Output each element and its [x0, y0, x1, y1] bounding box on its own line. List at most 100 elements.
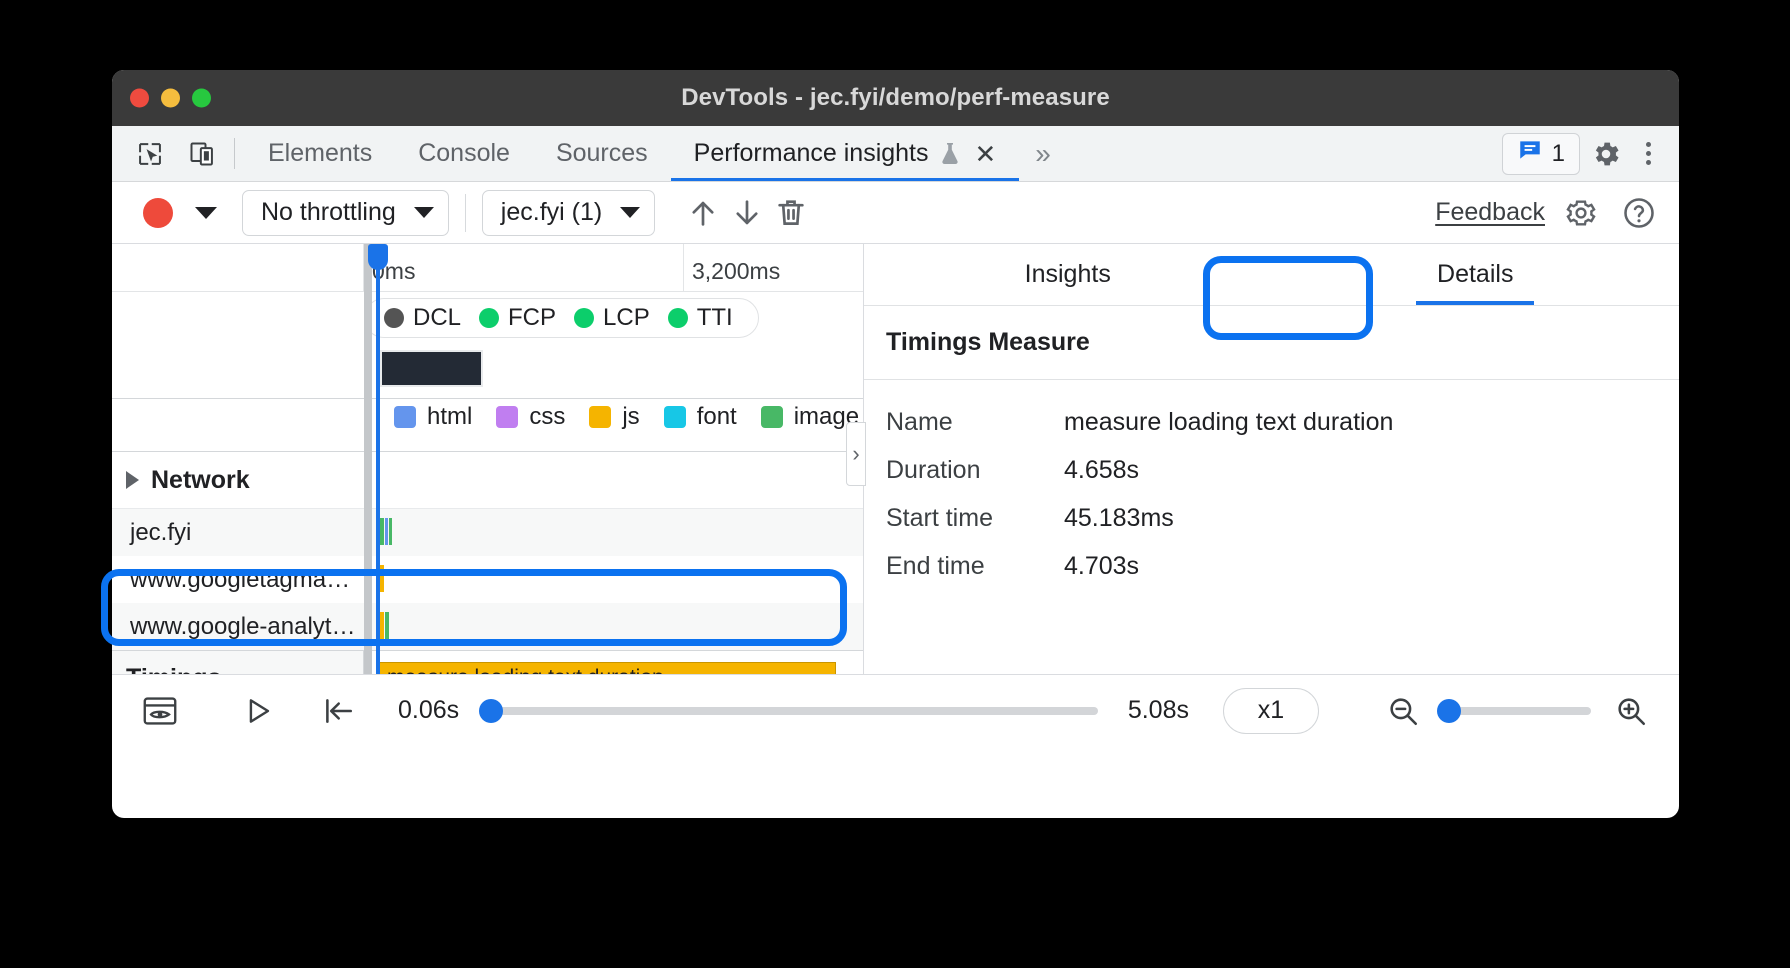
marker-tti[interactable]: TTI: [659, 304, 742, 332]
tab-elements[interactable]: Elements: [245, 126, 395, 181]
gear-icon[interactable]: [1586, 134, 1626, 174]
issues-badge[interactable]: 1: [1502, 133, 1580, 175]
zoom-out-icon[interactable]: [1377, 685, 1429, 737]
timings-track[interactable]: measure loading text duration: [364, 651, 863, 674]
trash-icon[interactable]: [769, 191, 813, 235]
timings-group-label: Timings: [112, 651, 364, 674]
maximize-window-button[interactable]: [192, 89, 211, 108]
download-button[interactable]: [725, 191, 769, 235]
more-options-icon[interactable]: [1632, 142, 1665, 165]
zoom-slider[interactable]: [1443, 707, 1591, 715]
request-bar: [385, 612, 389, 639]
marker-lcp[interactable]: LCP: [565, 304, 659, 332]
table-row[interactable]: www.google-analyt…: [112, 603, 863, 650]
network-group-row[interactable]: Network: [112, 451, 863, 509]
filmstrip-row[interactable]: [112, 344, 863, 398]
list-item: Start time 45.183ms: [886, 494, 1679, 542]
tab-details[interactable]: Details: [1272, 244, 1680, 305]
devtools-tabstrip: Elements Console Sources Performance ins…: [112, 126, 1679, 182]
capture-settings-gear-icon[interactable]: [1559, 191, 1603, 235]
tab-insights[interactable]: Insights: [864, 244, 1272, 305]
tab-performance-insights-label: Performance insights: [694, 139, 929, 168]
legend-html[interactable]: html: [384, 403, 486, 431]
table-row[interactable]: www.googletagma…: [112, 556, 863, 603]
chevron-down-icon: [195, 207, 217, 219]
tabstrip-tabs: Elements Console Sources Performance ins…: [245, 126, 1019, 181]
record-options-dropdown[interactable]: [182, 189, 230, 237]
issues-icon: [1517, 137, 1543, 170]
collapse-sidebar-button[interactable]: ›: [846, 422, 866, 486]
field-key-end-time: End time: [886, 552, 1064, 581]
zoom-in-icon[interactable]: [1605, 685, 1657, 737]
reset-bounds-button[interactable]: [312, 685, 364, 737]
legend-css[interactable]: css: [486, 403, 579, 431]
marker-fcp[interactable]: FCP: [470, 304, 565, 332]
field-key-name: Name: [886, 408, 1064, 437]
legend-js[interactable]: js: [579, 403, 653, 431]
device-toolbar-icon[interactable]: [182, 134, 222, 174]
tab-sources[interactable]: Sources: [533, 126, 671, 181]
timings-group-row[interactable]: Timings measure loading text duration: [112, 650, 863, 674]
timeline-pane: 0ms 3,200ms DCL FCP: [112, 244, 864, 674]
chevron-right-icon: ›: [852, 441, 859, 467]
minimize-window-button[interactable]: [161, 89, 180, 108]
tab-console-label: Console: [418, 139, 510, 168]
request-bar: [385, 518, 388, 545]
ruler-head-cell: [112, 244, 364, 291]
screenshot-thumbnail[interactable]: [380, 350, 483, 387]
inspect-element-icon[interactable]: [130, 134, 170, 174]
devtools-window: DevTools - jec.fyi/demo/perf-measure: [112, 70, 1679, 818]
tti-bullet-icon: [668, 308, 688, 328]
details-heading: Timings Measure: [864, 306, 1679, 380]
tabstrip-divider: [234, 138, 235, 169]
experiment-flask-icon: [938, 141, 962, 167]
chevron-right-icon: [126, 471, 139, 489]
marker-dcl-label: DCL: [413, 304, 461, 332]
play-button[interactable]: [232, 685, 284, 737]
range-slider-knob[interactable]: [479, 699, 503, 723]
upload-button[interactable]: [681, 191, 725, 235]
timings-measure-bar[interactable]: measure loading text duration: [378, 662, 836, 674]
table-row[interactable]: jec.fyi: [112, 509, 863, 556]
network-group-header[interactable]: Network: [112, 466, 364, 495]
feedback-link[interactable]: Feedback: [1435, 198, 1545, 227]
network-row-name: jec.fyi: [112, 509, 364, 556]
playback-speed-button[interactable]: x1: [1223, 688, 1319, 734]
timeline-scroll-handle[interactable]: [364, 244, 372, 674]
record-button[interactable]: [134, 189, 182, 237]
network-row-name: www.google-analyt…: [112, 603, 364, 650]
close-icon[interactable]: ✕: [975, 141, 997, 167]
network-row-track[interactable]: [364, 556, 863, 603]
filmstrip-toggle-icon[interactable]: [134, 685, 186, 737]
zoom-slider-knob[interactable]: [1437, 699, 1461, 723]
close-window-button[interactable]: [130, 89, 149, 108]
list-item: End time 4.703s: [886, 542, 1679, 590]
js-swatch-icon: [589, 406, 611, 428]
tab-insights-label: Insights: [1025, 260, 1111, 289]
window-title: DevTools - jec.fyi/demo/perf-measure: [681, 84, 1110, 112]
range-end-label: 5.08s: [1128, 696, 1189, 725]
network-row-track[interactable]: [364, 509, 863, 556]
timeline-playhead-knob[interactable]: [368, 244, 388, 270]
network-row-track[interactable]: [364, 603, 863, 650]
legend-css-label: css: [529, 403, 565, 431]
screenshot-root: DevTools - jec.fyi/demo/perf-measure: [0, 0, 1790, 968]
marker-lcp-label: LCP: [603, 304, 650, 332]
window-controls[interactable]: [130, 89, 211, 108]
help-icon[interactable]: [1617, 191, 1661, 235]
timeline-playhead[interactable]: [376, 244, 380, 674]
timeline-ruler[interactable]: 0ms 3,200ms: [112, 244, 863, 292]
tab-console[interactable]: Console: [395, 126, 533, 181]
more-tabs-icon[interactable]: »: [1019, 126, 1067, 181]
resource-legend-row: html css js font: [112, 399, 863, 451]
html-swatch-icon: [394, 406, 416, 428]
metric-markers[interactable]: DCL FCP LCP TTI: [364, 298, 759, 338]
legend-font[interactable]: font: [654, 403, 751, 431]
range-slider[interactable]: [487, 707, 1098, 715]
throttling-select[interactable]: No throttling: [242, 190, 449, 236]
resource-legend: html css js font: [384, 403, 864, 431]
page-select[interactable]: jec.fyi (1): [482, 190, 655, 236]
chevron-down-icon: [414, 207, 434, 218]
marker-dcl[interactable]: DCL: [375, 304, 470, 332]
tab-performance-insights[interactable]: Performance insights ✕: [671, 126, 1020, 181]
